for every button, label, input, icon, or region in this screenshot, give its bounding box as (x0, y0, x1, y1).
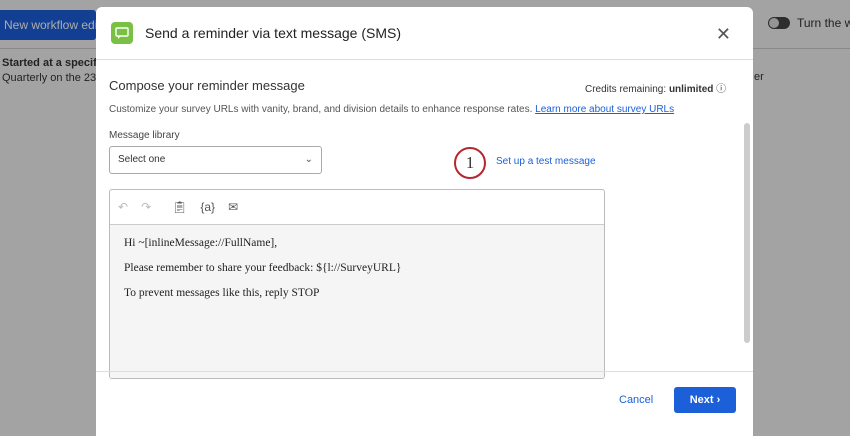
cancel-button[interactable]: Cancel (619, 394, 653, 406)
step-marker: 1 (454, 147, 486, 179)
credits-remaining: Credits remaining: unlimited ⓘ (585, 80, 726, 95)
learn-more-link[interactable]: Learn more about survey URLs (535, 104, 674, 115)
modal-footer: Cancel Next › (96, 371, 753, 436)
message-textarea[interactable]: Hi ~[inlineMessage://FullName], Please r… (110, 225, 604, 378)
section-heading: Compose your reminder message (109, 78, 305, 93)
message-line: To prevent messages like this, reply STO… (124, 287, 320, 299)
message-library-label: Message library (109, 130, 180, 141)
close-icon[interactable]: ✕ (716, 24, 731, 45)
message-line: Hi ~[inlineMessage://FullName], (124, 237, 278, 249)
description-text: Customize your survey URLs with vanity, … (109, 104, 533, 115)
message-editor: ↶ ↷ 📋︎ {a} ✉︎ Hi ~[inlineMessage://FullN… (109, 189, 605, 379)
editor-toolbar: ↶ ↷ 📋︎ {a} ✉︎ (110, 190, 604, 225)
message-line: Please remember to share your feedback: … (124, 262, 402, 274)
redo-icon[interactable]: ↷ (141, 200, 151, 214)
description: Customize your survey URLs with vanity, … (109, 104, 674, 115)
set-up-test-message-link[interactable]: Set up a test message (496, 156, 596, 167)
info-icon[interactable]: ⓘ (716, 84, 726, 95)
credits-value: unlimited (668, 84, 714, 95)
scrollbar-thumb[interactable] (744, 123, 750, 343)
modal-body: Compose your reminder message Credits re… (96, 61, 753, 379)
sms-reminder-modal: Send a reminder via text message (SMS) ✕… (96, 7, 753, 436)
opt-out-email-icon[interactable]: ✉︎ (228, 200, 238, 214)
credits-label: Credits remaining: (585, 84, 667, 95)
chevron-down-icon: ⌄ (304, 154, 313, 165)
undo-icon[interactable]: ↶ (118, 200, 128, 214)
piped-text-icon[interactable]: {a} (200, 200, 215, 214)
next-button[interactable]: Next › (674, 387, 736, 413)
select-value: Select one (118, 154, 166, 165)
modal-header: Send a reminder via text message (SMS) ✕ (96, 7, 753, 60)
modal-title: Send a reminder via text message (SMS) (145, 25, 401, 41)
message-library-select[interactable]: Select one ⌄ (109, 146, 322, 174)
clipboard-icon[interactable]: 📋︎ (172, 200, 187, 214)
next-label: Next (689, 394, 714, 406)
sms-icon (111, 22, 133, 44)
chevron-right-icon: › (716, 394, 721, 406)
